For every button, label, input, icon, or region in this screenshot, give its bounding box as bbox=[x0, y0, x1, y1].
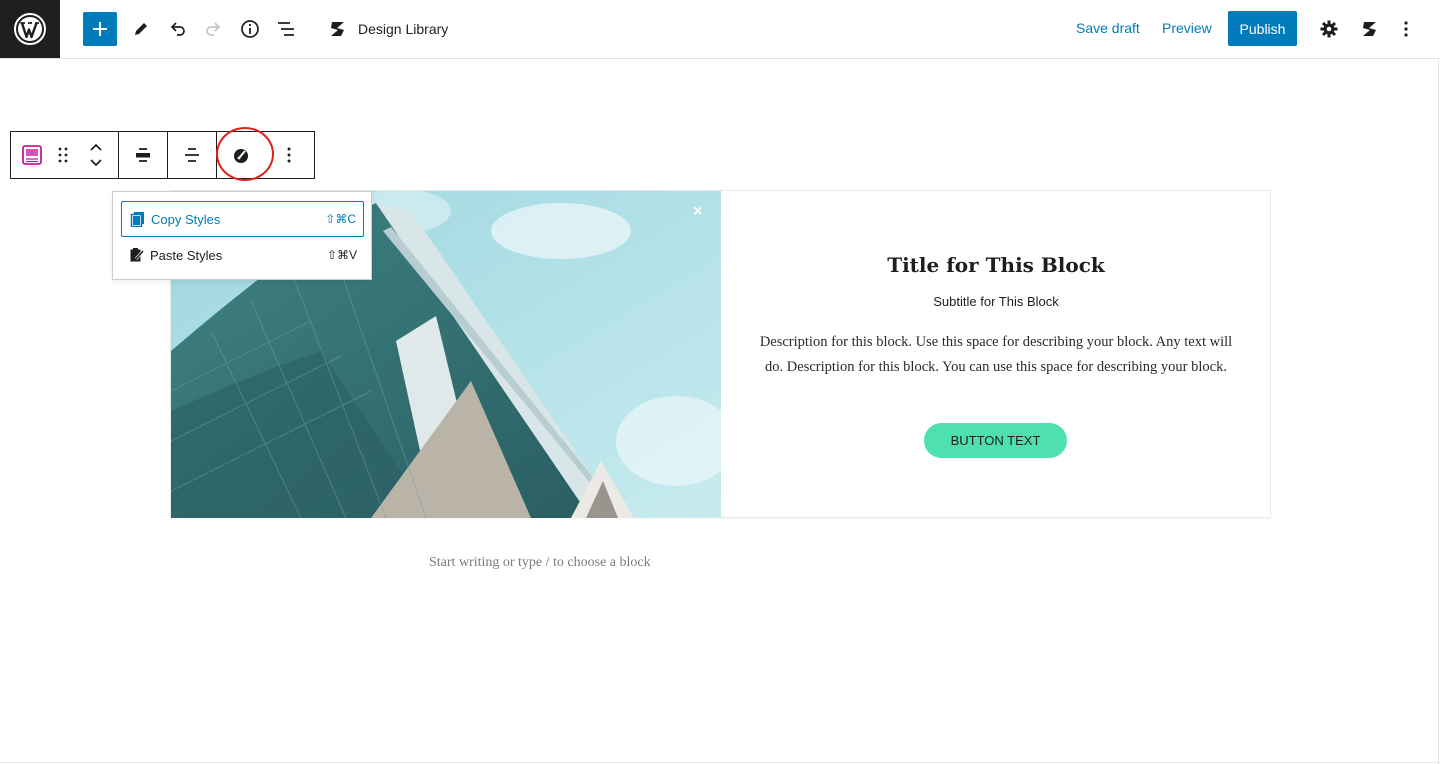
redo-button[interactable] bbox=[196, 12, 230, 46]
stackable-logo-icon bbox=[1363, 22, 1376, 36]
editor-header: Design Library Save draft Preview Publis… bbox=[0, 0, 1440, 59]
block-cta-button[interactable]: BUTTON TEXT bbox=[924, 423, 1067, 458]
block-type-button[interactable] bbox=[11, 132, 53, 178]
block-toolbar bbox=[10, 131, 315, 179]
details-button[interactable] bbox=[233, 12, 267, 46]
copy-icon bbox=[130, 212, 144, 227]
add-block-button[interactable] bbox=[83, 12, 117, 46]
block-appender-placeholder[interactable]: Start writing or type / to choose a bloc… bbox=[429, 555, 651, 571]
drag-handle-button[interactable] bbox=[53, 132, 73, 178]
publish-button[interactable]: Publish bbox=[1228, 11, 1297, 46]
styles-dropdown-menu: Copy Styles ⇧⌘C Paste Styles ⇧⌘V bbox=[112, 191, 372, 280]
save-draft-button[interactable]: Save draft bbox=[1070, 18, 1146, 38]
settings-button[interactable] bbox=[1312, 12, 1346, 46]
more-vertical-icon bbox=[1404, 21, 1408, 37]
styles-group bbox=[217, 132, 314, 178]
undo-icon bbox=[170, 22, 185, 36]
more-options-icon bbox=[287, 147, 291, 163]
move-block-buttons bbox=[73, 132, 118, 178]
align-button[interactable] bbox=[119, 132, 167, 178]
styles-button[interactable] bbox=[217, 132, 265, 178]
paste-styles-shortcut: ⇧⌘V bbox=[326, 248, 357, 262]
undo-button[interactable] bbox=[161, 12, 195, 46]
block-content: Title for This Block Subtitle for This B… bbox=[721, 191, 1271, 518]
canvas-bottom-border bbox=[0, 762, 1440, 763]
remove-image-icon[interactable]: × bbox=[693, 203, 702, 221]
design-library-button[interactable]: Design Library bbox=[328, 17, 448, 41]
edit-tools-button[interactable] bbox=[124, 12, 158, 46]
align-icon bbox=[136, 148, 151, 162]
justify-icon bbox=[185, 148, 200, 162]
design-library-label: Design Library bbox=[358, 21, 449, 37]
block-subtitle[interactable]: Subtitle for This Block bbox=[721, 294, 1271, 309]
stackable-settings-button[interactable] bbox=[1353, 12, 1387, 46]
redo-icon bbox=[206, 22, 221, 36]
block-type-group bbox=[11, 132, 120, 178]
paste-icon bbox=[130, 248, 145, 262]
block-description[interactable]: Description for this block. Use this spa… bbox=[754, 330, 1238, 380]
justify-button[interactable] bbox=[168, 132, 216, 178]
copy-styles-shortcut: ⇧⌘C bbox=[325, 212, 356, 226]
drag-handle-icon bbox=[58, 147, 68, 163]
info-icon bbox=[241, 20, 259, 38]
list-view-icon bbox=[278, 22, 294, 36]
copy-styles-label: Copy Styles bbox=[151, 211, 221, 227]
gear-icon bbox=[1320, 20, 1338, 38]
canvas-right-border bbox=[1438, 59, 1439, 764]
plus-icon bbox=[93, 22, 107, 36]
wordpress-logo-icon[interactable] bbox=[0, 0, 60, 58]
paste-styles-label: Paste Styles bbox=[150, 247, 223, 263]
block-alignment-group bbox=[119, 132, 169, 178]
pencil-icon bbox=[135, 23, 147, 35]
stackable-logo-icon bbox=[331, 22, 344, 36]
block-title[interactable]: Title for This Block bbox=[721, 253, 1271, 277]
move-up-icon[interactable] bbox=[89, 142, 103, 152]
options-menu-button[interactable] bbox=[1389, 12, 1423, 46]
more-options-button[interactable] bbox=[265, 132, 313, 178]
block-type-icon bbox=[22, 145, 42, 165]
list-view-button[interactable] bbox=[269, 12, 303, 46]
styles-icon bbox=[234, 149, 249, 163]
content-alignment-group bbox=[168, 132, 218, 178]
copy-styles-menu-item[interactable]: Copy Styles ⇧⌘C bbox=[121, 201, 364, 237]
move-down-icon[interactable] bbox=[89, 158, 103, 168]
paste-styles-menu-item[interactable]: Paste Styles ⇧⌘V bbox=[121, 237, 364, 273]
preview-button[interactable]: Preview bbox=[1156, 18, 1218, 38]
